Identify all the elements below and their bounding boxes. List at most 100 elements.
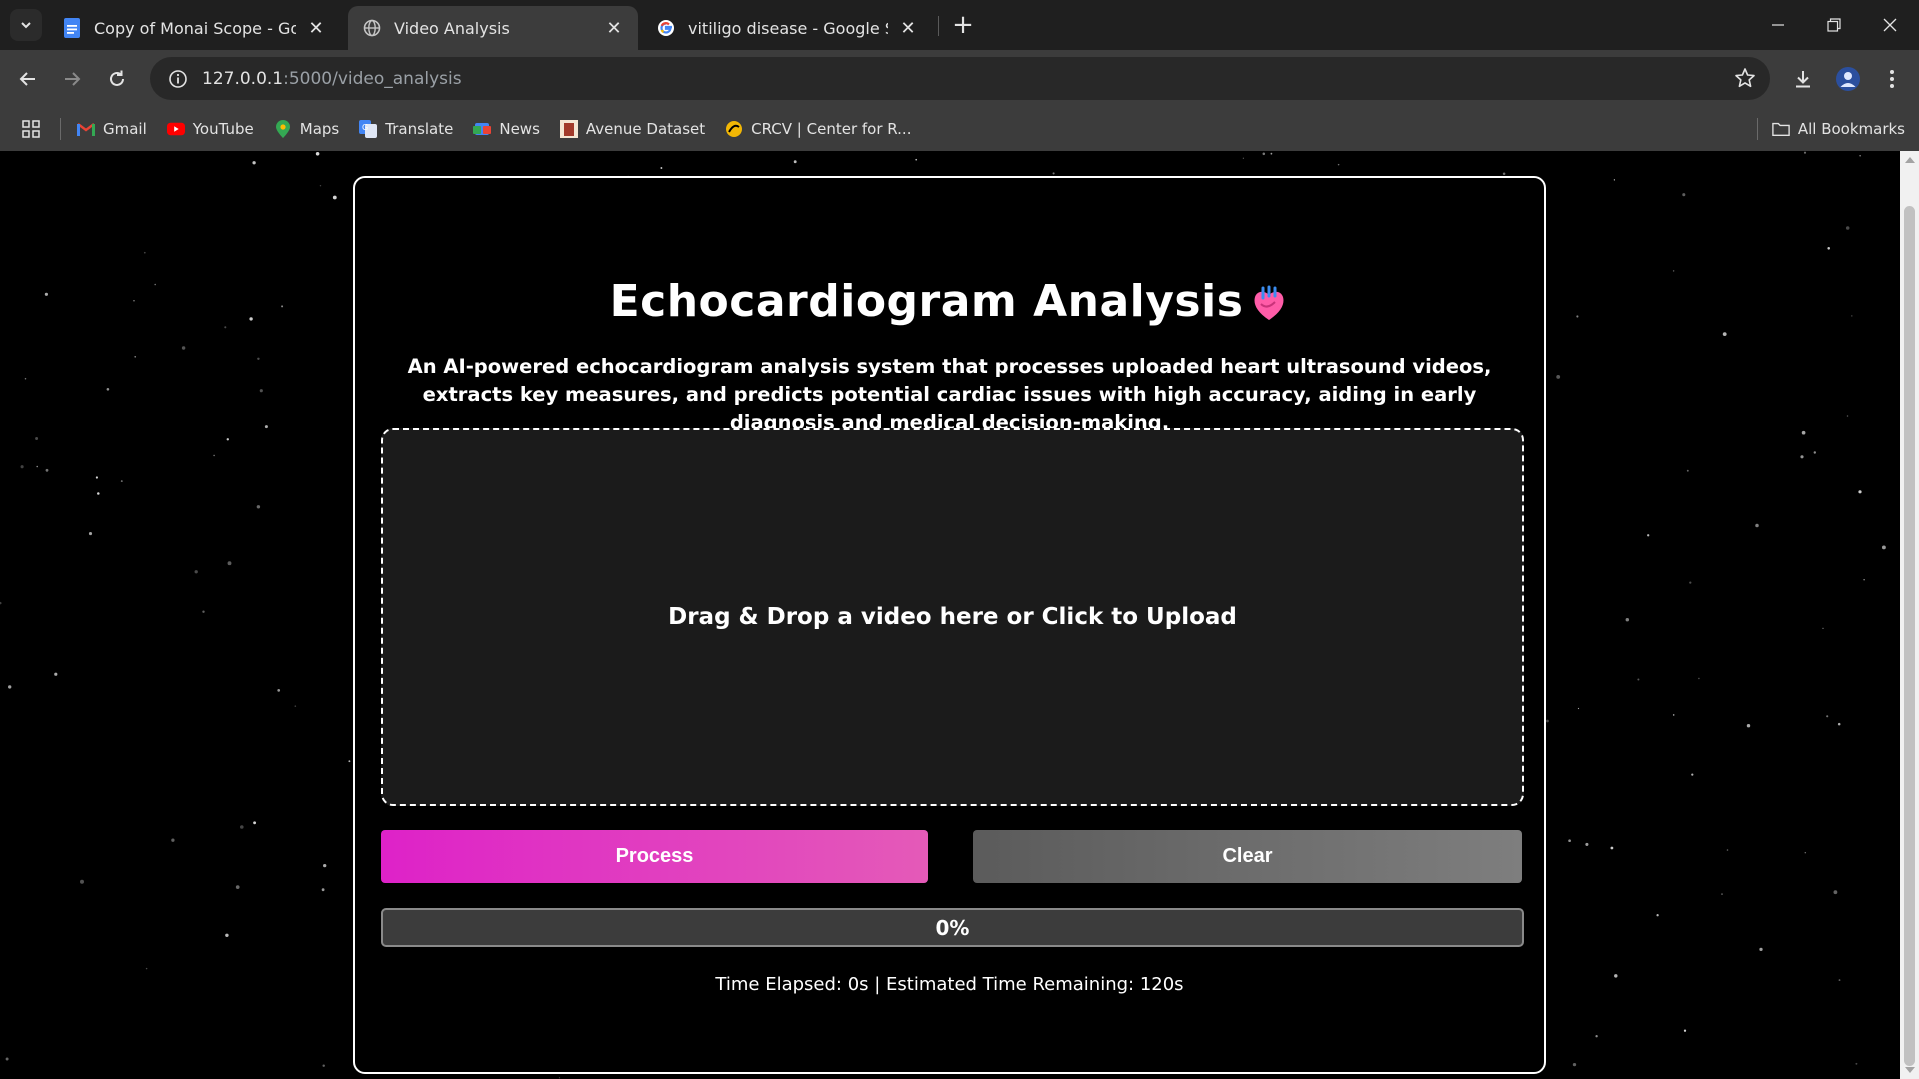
star-dot (1881, 545, 1886, 550)
scroll-down-arrow-icon[interactable] (1905, 1067, 1915, 1073)
star-dot (1270, 152, 1273, 155)
page-scrollbar[interactable] (1900, 151, 1919, 1079)
star-dot (1683, 1029, 1687, 1032)
bookmark-avenue-dataset[interactable]: Avenue Dataset (559, 120, 706, 138)
star-dot (277, 689, 281, 692)
tab-separator (938, 16, 939, 36)
bookmark-youtube[interactable]: YouTube (166, 120, 254, 138)
star-dot (1689, 581, 1692, 584)
star-dot (558, 1077, 561, 1079)
bookmark-news[interactable]: News (473, 120, 540, 138)
tab-vitiligo-search[interactable]: vitiligo disease - Google Search ✕ (642, 6, 932, 50)
back-button[interactable] (12, 63, 44, 95)
star-dot (322, 1064, 325, 1067)
close-icon[interactable]: ✕ (604, 18, 624, 39)
star-dot (1546, 719, 1549, 723)
news-icon (473, 120, 492, 138)
svg-text:G: G (362, 123, 368, 132)
profile-avatar[interactable] (1832, 63, 1864, 95)
apps-button[interactable] (22, 120, 40, 138)
star-dot (257, 357, 260, 361)
star-dot (106, 388, 110, 391)
avatar-icon (1836, 67, 1860, 91)
star-dot (44, 292, 48, 296)
chevron-down-icon (21, 22, 31, 29)
downloads-button[interactable] (1787, 63, 1819, 95)
all-bookmarks-label: All Bookmarks (1797, 120, 1905, 138)
process-button[interactable]: Process (381, 830, 928, 883)
star-dot (252, 161, 256, 165)
video-upload-dropzone[interactable]: Drag & Drop a video here or Click to Upl… (381, 428, 1524, 806)
star-dot (1859, 155, 1861, 157)
tab-video-analysis[interactable]: Video Analysis ✕ (348, 6, 638, 50)
gmail-icon (77, 120, 95, 138)
bookmark-translate[interactable]: G Translate (359, 120, 453, 138)
star-dot (133, 300, 135, 302)
google-docs-icon (62, 18, 82, 38)
star-dot (264, 425, 268, 429)
star-dot (1556, 374, 1561, 379)
bookmark-star-icon[interactable] (1734, 67, 1756, 93)
star-dot (1851, 315, 1853, 317)
url-text: 127.0.0.1:5000/video_analysis (202, 69, 462, 89)
window-close-button[interactable] (1862, 0, 1918, 50)
page-title: Echocardiogram Analysis (355, 276, 1544, 327)
star-dot (213, 454, 215, 457)
bookmark-label: Maps (299, 120, 340, 138)
restore-button[interactable] (1806, 0, 1862, 50)
browser-toolbar: 127.0.0.1:5000/video_analysis (0, 50, 1919, 107)
address-bar[interactable]: 127.0.0.1:5000/video_analysis (150, 57, 1770, 100)
star-dot (1647, 534, 1650, 537)
star-dot (281, 305, 284, 308)
star-dot (0, 601, 2, 605)
star-dot (80, 879, 84, 884)
bookmark-label: Translate (385, 120, 454, 138)
all-bookmarks-button[interactable]: All Bookmarks (1772, 120, 1905, 138)
scrollbar-thumb[interactable] (1904, 206, 1915, 1066)
star-dot (1610, 846, 1614, 850)
star-dot (1585, 842, 1589, 846)
close-icon[interactable]: ✕ (898, 18, 918, 39)
star-dot (1568, 839, 1571, 843)
tab-title: Copy of Monai Scope - Google (94, 18, 296, 38)
google-icon (656, 18, 676, 38)
bookmark-label: CRCV | Center for R... (751, 120, 912, 138)
bookmark-maps[interactable]: Maps (274, 120, 339, 138)
star-dot (225, 933, 229, 938)
bookmark-label: Avenue Dataset (585, 120, 706, 138)
bookmark-crcv[interactable]: CRCV | Center for R... (725, 120, 911, 138)
close-icon[interactable]: ✕ (306, 18, 326, 39)
star-dot (323, 863, 327, 868)
bookmarks-bar: Gmail YouTube Maps G Translate News Aven… (0, 107, 1919, 151)
browser-menu-button[interactable] (1876, 63, 1908, 95)
star-dot (1572, 1062, 1577, 1067)
star-dot (1858, 490, 1862, 494)
reload-button[interactable] (101, 63, 133, 95)
star-dot (348, 760, 351, 763)
star-dot (1682, 193, 1686, 197)
star-dot (240, 825, 244, 829)
new-tab-button[interactable]: + (948, 10, 978, 40)
star-dot (1262, 152, 1266, 156)
forward-button[interactable] (56, 63, 88, 95)
bookmark-gmail[interactable]: Gmail (77, 120, 147, 138)
tab-search-button[interactable] (10, 9, 42, 41)
scroll-up-arrow-icon[interactable] (1905, 157, 1915, 163)
star-dot (95, 476, 98, 479)
star-dot (319, 184, 322, 187)
star-dot (171, 838, 175, 842)
clear-button[interactable]: Clear (973, 830, 1522, 883)
page-viewport: Echocardiogram Analysis An AI-powered ec… (0, 151, 1900, 1079)
bookmark-label: YouTube (192, 120, 254, 138)
star-dot (1614, 974, 1618, 978)
star-dot (8, 685, 12, 689)
star-dot (1721, 893, 1723, 895)
site-info-icon[interactable] (156, 69, 200, 89)
star-dot (235, 885, 240, 889)
star-dot (143, 251, 146, 254)
star-dot (97, 492, 100, 495)
star-dot (315, 152, 320, 156)
tab-monai-scope[interactable]: Copy of Monai Scope - Google ✕ (48, 6, 340, 50)
minimize-button[interactable] (1750, 0, 1806, 50)
arrow-right-icon (65, 72, 81, 86)
